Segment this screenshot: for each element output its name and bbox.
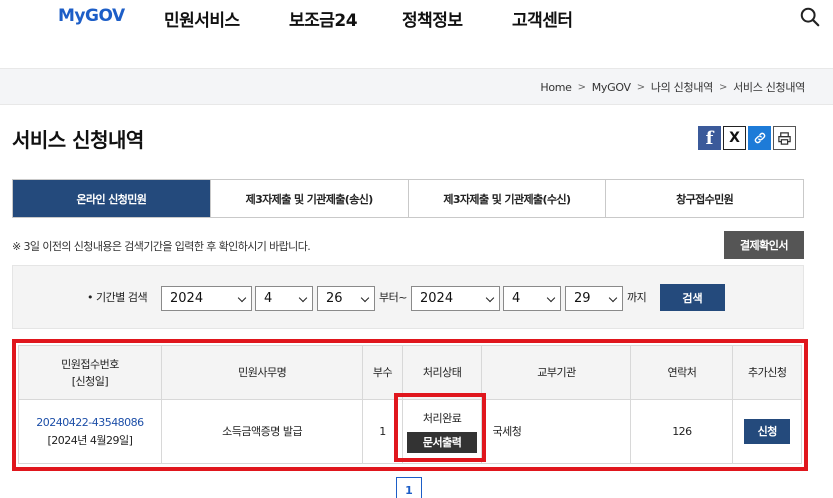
cell-issuing-agency: 국세청 bbox=[481, 399, 632, 464]
header-service-name: 민원사무명 bbox=[160, 345, 364, 400]
tab-counter-applications[interactable]: 창구접수민원 bbox=[605, 180, 803, 217]
tab-online-applications[interactable]: 온라인 신청민원 bbox=[13, 180, 210, 217]
header-status: 처리상태 bbox=[401, 345, 483, 400]
tab-third-party-sent[interactable]: 제3자제출 및 기관제출(송신) bbox=[209, 180, 408, 217]
search-icon[interactable] bbox=[799, 6, 821, 28]
cell-status: 처리완료 문서출력 bbox=[401, 399, 483, 464]
results-highlight-frame: 민원접수번호 [신청일] 민원사무명 부수 처리상태 교부기관 연락처 추가신청 … bbox=[12, 339, 808, 471]
top-navigation: MyGOV 민원서비스 보조금24 정책정보 고객센터 bbox=[0, 0, 833, 68]
breadcrumb-my-applications[interactable]: 나의 신청내역 bbox=[651, 79, 713, 95]
from-year-select[interactable]: 2024 bbox=[161, 286, 252, 311]
period-search-panel: • 기간별 검색 2024 4 26 부터~ 2024 4 29 까지 검색 bbox=[12, 265, 804, 329]
receipt-number-link[interactable]: 20240422-43548086 bbox=[36, 416, 144, 429]
nav-item-civil-service[interactable]: 민원서비스 bbox=[164, 6, 240, 31]
cell-receipt-number: 20240422-43548086 [2024년 4월29일] bbox=[18, 399, 162, 464]
application-type-tabs: 온라인 신청민원 제3자제출 및 기관제출(송신) 제3자제출 및 기관제출(수… bbox=[12, 179, 804, 218]
tab-third-party-received[interactable]: 제3자제출 및 기관제출(수신) bbox=[407, 180, 606, 217]
facebook-icon[interactable]: f bbox=[698, 126, 721, 150]
pagination-page-1[interactable]: 1 bbox=[396, 477, 422, 498]
breadcrumb: Home > MyGOV > 나의 신청내역 > 서비스 신청내역 bbox=[540, 79, 805, 95]
cell-copies: 1 bbox=[362, 399, 403, 464]
from-suffix-label: 부터~ bbox=[379, 291, 407, 304]
from-month-select[interactable]: 4 bbox=[255, 286, 313, 311]
print-icon[interactable] bbox=[773, 126, 796, 150]
breadcrumb-mygov[interactable]: MyGOV bbox=[592, 81, 631, 94]
share-toolbar: f X bbox=[698, 126, 796, 150]
header-additional-request: 추가신청 bbox=[732, 345, 802, 400]
breadcrumb-home[interactable]: Home bbox=[540, 81, 572, 94]
header-copies: 부수 bbox=[362, 345, 403, 400]
to-year-select[interactable]: 2024 bbox=[411, 286, 500, 311]
nav-logo-mygov[interactable]: MyGOV bbox=[58, 6, 125, 26]
page-title: 서비스 신청내역 bbox=[12, 128, 144, 152]
application-results-table: 민원접수번호 [신청일] 민원사무명 부수 처리상태 교부기관 연락처 추가신청 … bbox=[18, 345, 802, 464]
chevron-right-icon: > bbox=[718, 81, 728, 93]
cell-service-name: 소득금액증명 발급 bbox=[160, 399, 364, 464]
breadcrumb-bar: Home > MyGOV > 나의 신청내역 > 서비스 신청내역 bbox=[0, 68, 833, 105]
to-day-select[interactable]: 29 bbox=[565, 286, 623, 311]
header-issuing-agency: 교부기관 bbox=[481, 345, 632, 400]
payment-confirmation-button[interactable]: 결제확인서 bbox=[724, 231, 804, 259]
to-suffix-label: 까지 bbox=[627, 291, 647, 304]
from-day-select[interactable]: 26 bbox=[317, 286, 375, 311]
header-receipt-number: 민원접수번호 [신청일] bbox=[18, 345, 162, 400]
to-month-select[interactable]: 4 bbox=[503, 286, 561, 311]
link-icon[interactable] bbox=[748, 126, 771, 150]
chevron-right-icon: > bbox=[636, 81, 645, 93]
cell-contact: 126 bbox=[630, 399, 734, 464]
print-document-button[interactable]: 문서출력 bbox=[407, 432, 478, 453]
chevron-right-icon: > bbox=[577, 81, 586, 93]
table-header-row: 민원접수번호 [신청일] 민원사무명 부수 처리상태 교부기관 연락처 추가신청 bbox=[18, 345, 802, 400]
search-period-notice: ※ 3일 이전의 신청내용은 검색기간을 입력한 후 확인하시기 바랍니다. bbox=[12, 240, 311, 253]
status-text: 처리완료 bbox=[422, 412, 462, 425]
nav-item-subsidy24[interactable]: 보조금24 bbox=[289, 6, 358, 31]
cell-additional-request: 신청 bbox=[732, 399, 802, 464]
breadcrumb-service-applications[interactable]: 서비스 신청내역 bbox=[733, 79, 805, 95]
application-date: [2024년 4월29일] bbox=[47, 433, 133, 447]
header-contact: 연락처 bbox=[630, 345, 734, 400]
x-twitter-icon[interactable]: X bbox=[723, 126, 746, 150]
nav-item-customer-center[interactable]: 고객센터 bbox=[512, 6, 573, 31]
table-row: 20240422-43548086 [2024년 4월29일] 소득금액증명 발… bbox=[18, 399, 802, 464]
apply-button[interactable]: 신청 bbox=[744, 419, 791, 444]
nav-item-policy-info[interactable]: 정책정보 bbox=[402, 6, 463, 31]
search-button[interactable]: 검색 bbox=[660, 284, 725, 311]
period-search-label: • 기간별 검색 bbox=[87, 291, 148, 304]
